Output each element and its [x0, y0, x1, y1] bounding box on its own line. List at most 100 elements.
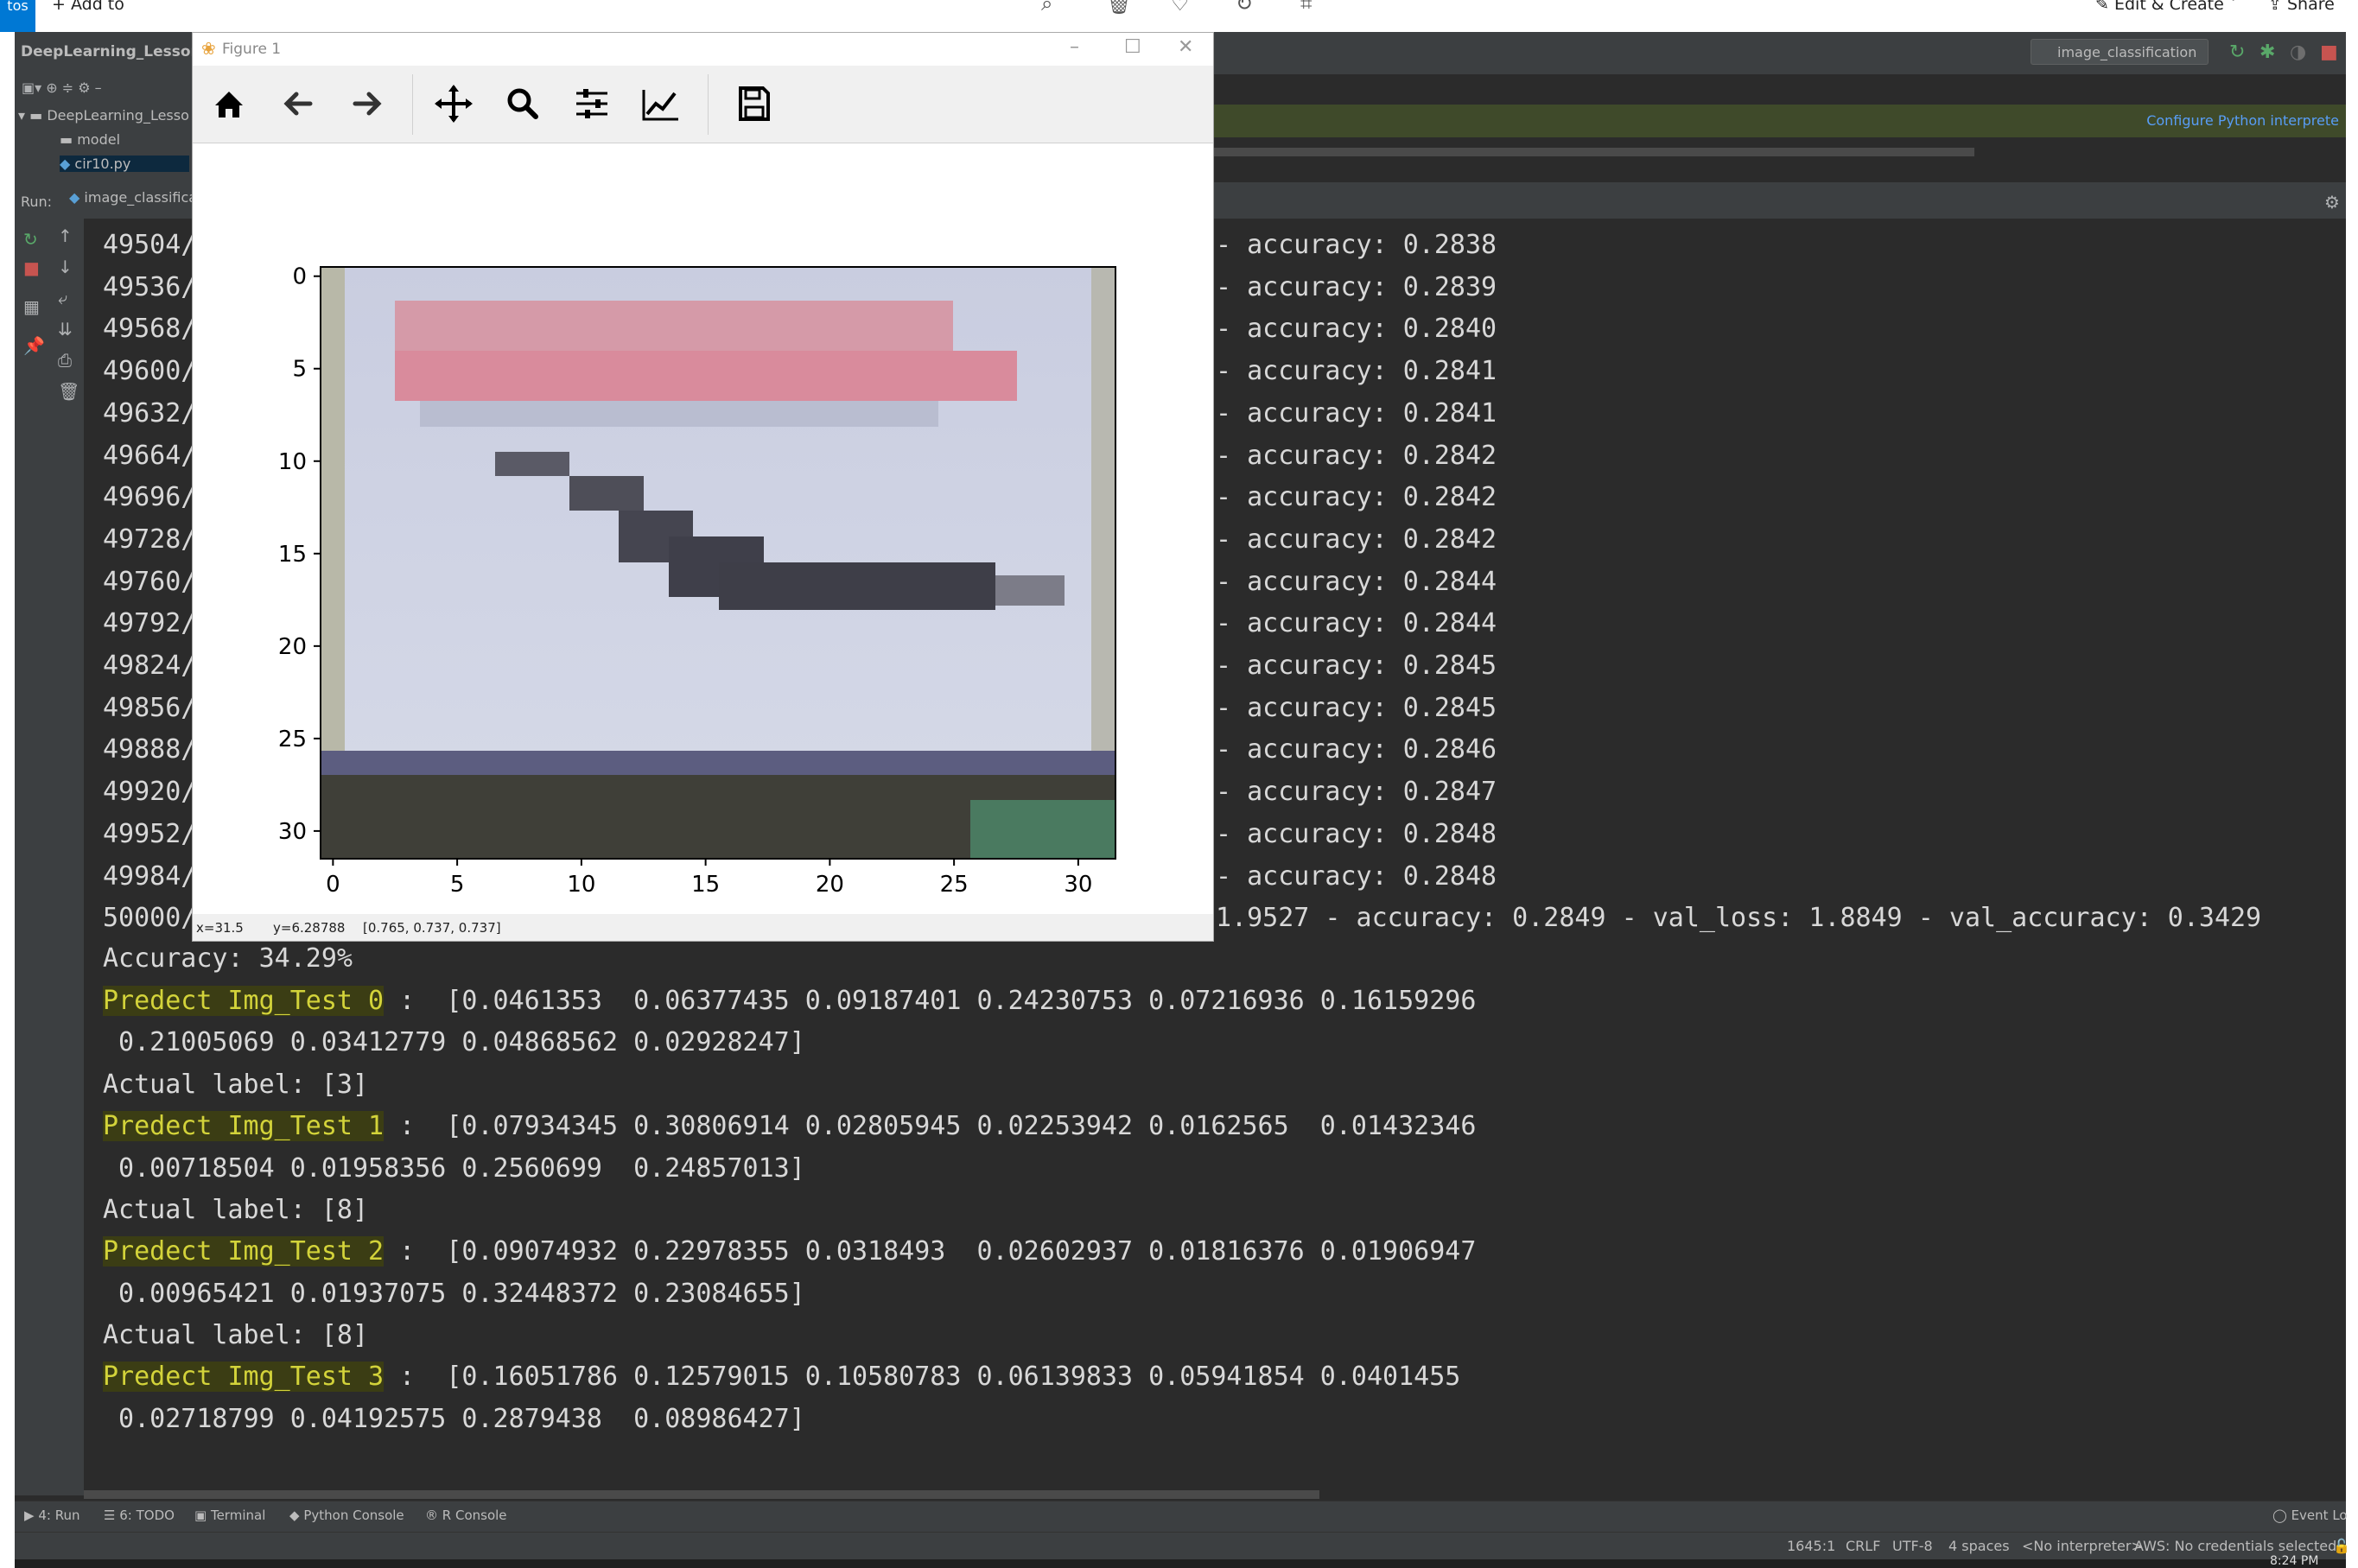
favorite-icon[interactable]: ♡ — [1171, 0, 1190, 16]
progress-count: 49664/ — [103, 440, 197, 471]
line-separator[interactable]: CRLF — [1846, 1538, 1880, 1554]
tab-python-console-label: Python Console — [303, 1508, 404, 1523]
progress-count: 49856/ — [103, 692, 197, 723]
layout-icon[interactable]: ▦ — [23, 296, 40, 317]
progress-metrics: - accuracy: 0.2841 — [1216, 397, 1497, 429]
minimize-button[interactable]: – — [1070, 36, 1079, 58]
y-tick-label: 5 — [292, 357, 307, 383]
y-axis-ticks: 0 5 10 15 20 25 30 — [278, 264, 321, 845]
print-icon[interactable]: ⎙ — [58, 350, 72, 371]
toolbar-separator — [708, 74, 709, 135]
pan-button[interactable] — [428, 79, 480, 128]
tree-item-model[interactable]: ▬ model — [60, 131, 120, 148]
stop-icon[interactable]: ■ — [2320, 41, 2338, 63]
list-icon: ☰ — [104, 1508, 116, 1523]
save-button[interactable] — [728, 79, 780, 128]
actual-label-line: Actual label: [3] — [103, 1070, 369, 1100]
indent-setting[interactable]: 4 spaces — [1948, 1538, 2010, 1554]
zoom-icon[interactable]: ⌕ — [1041, 0, 1052, 16]
tab-terminal[interactable]: ▣ Terminal — [194, 1508, 265, 1523]
configure-subplots-button[interactable] — [566, 79, 618, 128]
stop-icon[interactable]: ■ — [23, 257, 40, 278]
add-to-button[interactable]: + Add to — [52, 0, 124, 14]
photos-tab[interactable]: tos — [0, 0, 35, 32]
share-label: Share — [2286, 0, 2335, 14]
x-tick-label: 25 — [940, 872, 969, 898]
x-tick-label: 30 — [1064, 872, 1092, 898]
progress-metrics: - accuracy: 0.2844 — [1216, 566, 1497, 597]
prediction-values: : [0.07934345 0.30806914 0.02805945 0.02… — [384, 1111, 1477, 1141]
y-tick-label: 20 — [278, 634, 307, 660]
arrow-down-icon[interactable]: ↓ — [58, 257, 73, 277]
debug-icon[interactable]: ✱ — [2259, 41, 2275, 63]
forward-button[interactable] — [341, 79, 393, 128]
project-breadcrumb[interactable]: DeepLearning_Lesson4 — [21, 43, 211, 60]
tab-run[interactable]: ▶ 4: Run — [24, 1508, 79, 1523]
progress-count: 49504/ — [103, 230, 197, 260]
tree-item-root[interactable]: ▾ ▬ DeepLearning_Lesso — [18, 107, 189, 124]
rerun-icon[interactable]: ↻ — [2229, 41, 2245, 63]
close-button[interactable]: ✕ — [1178, 36, 1193, 58]
interpreter-status[interactable]: <No interpreter> — [2022, 1538, 2143, 1554]
matplotlib-figure-window: ❀ Figure 1 – ☐ ✕ 0 5 10 15 20 25 30 0 5 … — [192, 32, 1214, 942]
event-log-button[interactable]: ◯ Event Lo — [2272, 1508, 2348, 1523]
caret-position[interactable]: 1645:1 — [1787, 1538, 1835, 1554]
scrollbar-thumb[interactable] — [84, 1490, 1319, 1499]
prediction-values-cont: 0.21005069 0.03412779 0.04868562 0.02928… — [103, 1027, 805, 1057]
tree-item-model-label: model — [77, 131, 121, 148]
share-button[interactable]: ⇪ Share — [2268, 0, 2335, 14]
delete-icon[interactable]: 🗑 — [1106, 0, 1132, 16]
run-configuration-label: image_classification — [2057, 44, 2197, 60]
aws-status[interactable]: AWS: No credentials selected — [2134, 1538, 2336, 1554]
arrow-up-icon[interactable]: ↑ — [58, 225, 73, 246]
prediction-values: : [0.0461353 0.06377435 0.09187401 0.242… — [384, 986, 1477, 1016]
progress-count: 49888/ — [103, 734, 197, 765]
tree-item-cir10[interactable]: ◆ cir10.py — [60, 156, 189, 172]
coverage-icon[interactable]: ◑ — [2290, 41, 2306, 63]
soft-wrap-icon[interactable]: ⤶ — [58, 288, 67, 308]
prediction-line: Predect Img_Test 3 : [0.16051786 0.12579… — [103, 1361, 1460, 1393]
edit-create-label: Edit & Create — [2113, 0, 2224, 14]
progress-metrics: - accuracy: 0.2847 — [1216, 777, 1497, 808]
file-encoding[interactable]: UTF-8 — [1892, 1538, 1933, 1554]
cursor-y-readout: y=6.28788 — [273, 920, 346, 936]
back-button[interactable] — [272, 79, 324, 128]
pixel-value-readout: [0.765, 0.737, 0.737] — [363, 920, 501, 936]
progress-metrics: - accuracy: 0.2844 — [1216, 608, 1497, 639]
lock-icon[interactable]: 🔓 — [2333, 1538, 2350, 1554]
trash-icon[interactable]: 🗑 — [58, 381, 79, 402]
figure-canvas[interactable]: 0 5 10 15 20 25 30 0 5 10 15 20 25 30 — [193, 143, 1213, 914]
tab-python-console[interactable]: ◆ Python Console — [289, 1508, 404, 1523]
scroll-to-end-icon[interactable]: ⇊ — [58, 319, 73, 340]
r-icon: ® — [425, 1508, 438, 1523]
console-horizontal-scrollbar[interactable] — [84, 1489, 2346, 1501]
x-tick-label: 20 — [816, 872, 844, 898]
run-icon: ▶ — [24, 1508, 35, 1523]
python-icon: ◆ — [69, 189, 80, 206]
maximize-button[interactable]: ☐ — [1124, 36, 1141, 58]
edit-axis-button[interactable] — [635, 79, 687, 128]
image-plot[interactable]: 0 5 10 15 20 25 30 0 5 10 15 20 25 30 — [193, 143, 1213, 914]
settings-gear-icon[interactable]: ⚙ — [2324, 192, 2340, 213]
prediction-values: : [0.09074932 0.22978355 0.0318493 0.026… — [384, 1236, 1477, 1266]
y-tick-label: 15 — [278, 542, 307, 568]
x-tick-label: 15 — [691, 872, 720, 898]
move-icon — [435, 85, 473, 123]
run-tab[interactable]: ◆ image_classifica — [69, 189, 197, 206]
editor-scrollbar[interactable] — [1214, 148, 1974, 156]
tab-r-console[interactable]: ® R Console — [425, 1508, 507, 1523]
configure-interpreter-link[interactable]: Configure Python interprete — [2146, 112, 2339, 129]
zoom-button[interactable] — [497, 79, 549, 128]
progress-count: 49952/ — [103, 818, 197, 849]
pin-icon[interactable]: 📌 — [23, 335, 45, 356]
rotate-icon[interactable]: ↻ — [1236, 0, 1253, 16]
run-configuration-select[interactable]: image_classification ▾ — [2031, 39, 2209, 86]
figure-title-bar: ❀ Figure 1 – ☐ ✕ — [193, 33, 1213, 66]
crop-icon[interactable]: ⌗ — [1300, 0, 1312, 16]
home-button[interactable] — [203, 79, 255, 128]
tab-todo[interactable]: ☰ 6: TODO — [104, 1508, 175, 1523]
edit-create-button[interactable]: ✎ Edit & Create ˅ — [2095, 0, 2237, 14]
progress-count: 49696/ — [103, 482, 197, 513]
rerun-icon[interactable]: ↻ — [23, 229, 38, 250]
x-axis-ticks: 0 5 10 15 20 25 30 — [326, 859, 1092, 898]
